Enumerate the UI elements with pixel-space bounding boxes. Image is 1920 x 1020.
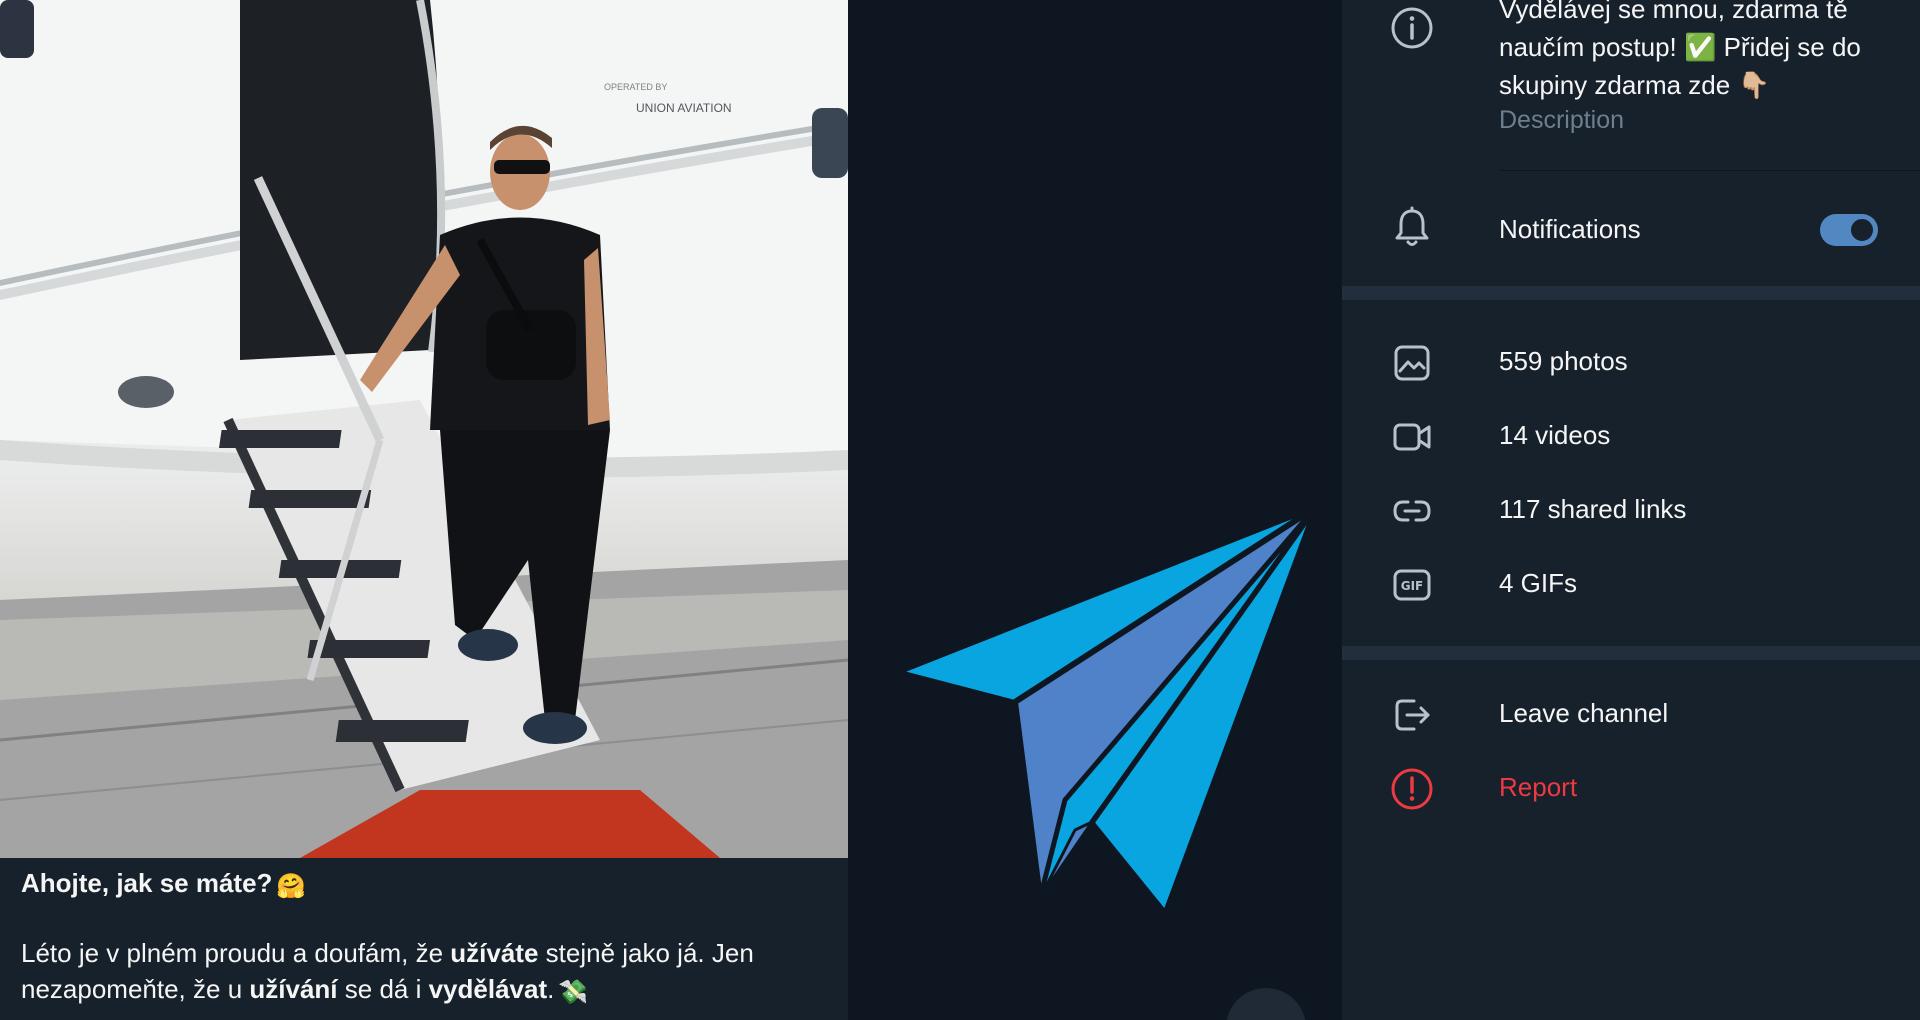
description-row: Vydělávej se mnou, zdarma tě naučím post… bbox=[1342, 0, 1920, 171]
toggle-knob bbox=[1849, 217, 1875, 243]
gif-icon: GIF bbox=[1393, 569, 1431, 601]
leave-channel-label: Leave channel bbox=[1499, 698, 1669, 728]
svg-text:GIF: GIF bbox=[1401, 579, 1424, 593]
caption-body: Léto je v plném proudu a doufám, že užív… bbox=[21, 935, 831, 1007]
telegram-logo bbox=[900, 505, 1318, 914]
caption-bold-part: užíváte bbox=[450, 938, 539, 968]
photos-count: 559 photos bbox=[1499, 346, 1628, 376]
channel-description: Vydělávej se mnou, zdarma tě naučím post… bbox=[1499, 0, 1861, 100]
video-camera-icon bbox=[1393, 423, 1431, 451]
hugging-emoji: 🤗 bbox=[276, 873, 307, 900]
gifs-row[interactable]: GIF 4 GIFs bbox=[1342, 558, 1920, 612]
message-bubble: OPERATED BY UNION AVIATION Ahojte, jak s… bbox=[0, 0, 848, 1020]
alert-circle-icon bbox=[1391, 768, 1433, 810]
divider bbox=[1499, 170, 1920, 171]
section-divider bbox=[1342, 286, 1920, 300]
link-icon bbox=[1393, 500, 1431, 522]
exit-icon bbox=[1395, 699, 1430, 731]
money-emoji: 💸 bbox=[558, 979, 589, 1006]
scroll-down-button[interactable] bbox=[1226, 988, 1306, 1020]
svg-text:OPERATED BY: OPERATED BY bbox=[604, 82, 667, 92]
svg-text:UNION AVIATION: UNION AVIATION bbox=[636, 101, 732, 115]
caption-greeting: Ahojte, jak se máte? 🤗 bbox=[21, 865, 831, 901]
post-photo[interactable]: OPERATED BY UNION AVIATION bbox=[0, 0, 848, 858]
caption-text-part: Léto je v plném proudu a doufám, že bbox=[21, 938, 451, 968]
caption-text-part: se dá i bbox=[337, 974, 429, 1004]
shared-links-count: 117 shared links bbox=[1499, 494, 1687, 524]
post-caption: Ahojte, jak se máte? 🤗 Léto je v plném pr… bbox=[21, 862, 831, 1007]
leave-channel-row[interactable]: Leave channel bbox=[1342, 688, 1920, 742]
caption-bold-part: užívání bbox=[249, 974, 338, 1004]
airplane-photo-illustration: OPERATED BY UNION AVIATION bbox=[0, 0, 848, 858]
photo-icon bbox=[1394, 345, 1430, 381]
chat-background bbox=[848, 0, 1342, 1020]
info-circle-icon bbox=[1391, 7, 1433, 49]
report-row[interactable]: Report bbox=[1342, 762, 1920, 816]
photos-row[interactable]: 559 photos bbox=[1342, 336, 1920, 390]
videos-row[interactable]: 14 videos bbox=[1342, 410, 1920, 464]
gifs-count: 4 GIFs bbox=[1499, 568, 1578, 598]
caption-bold-part: vydělávat bbox=[428, 974, 548, 1004]
section-divider bbox=[1342, 646, 1920, 660]
videos-count: 14 videos bbox=[1499, 420, 1611, 450]
caption-text-part: . bbox=[547, 974, 555, 1004]
channel-info-panel: Vydělávej se mnou, zdarma tě naučím post… bbox=[1342, 0, 1920, 1020]
bell-icon bbox=[1395, 206, 1429, 246]
shared-links-row[interactable]: 117 shared links bbox=[1342, 484, 1920, 538]
notifications-label: Notifications bbox=[1499, 214, 1641, 244]
report-label: Report bbox=[1499, 772, 1578, 802]
greeting-text: Ahojte, jak se máte? bbox=[21, 868, 273, 898]
notifications-toggle[interactable] bbox=[1820, 214, 1878, 246]
description-label: Description bbox=[1499, 106, 1625, 134]
